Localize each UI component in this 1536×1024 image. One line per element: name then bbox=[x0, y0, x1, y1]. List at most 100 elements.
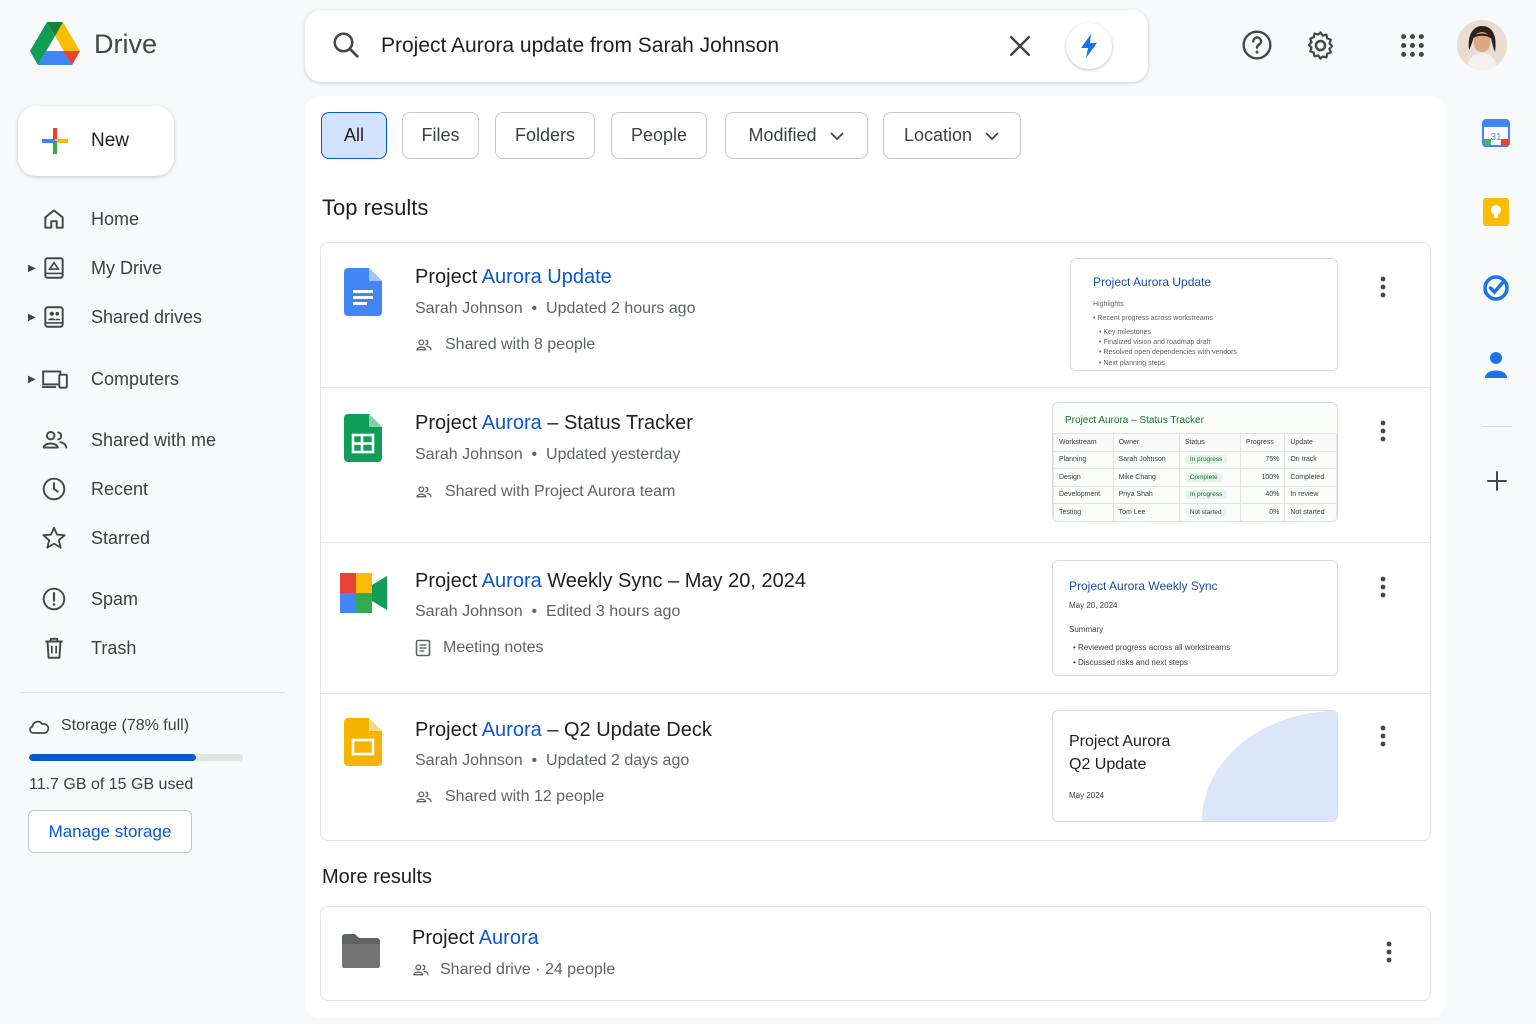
table-header: Update bbox=[1284, 433, 1337, 452]
close-icon[interactable] bbox=[1005, 31, 1035, 61]
filter-chip-folders[interactable]: Folders bbox=[495, 112, 595, 159]
gear-icon[interactable] bbox=[1304, 29, 1337, 62]
search-icon[interactable] bbox=[331, 30, 361, 60]
result-meta: Sarah Johnson • Edited 3 hours ago bbox=[415, 603, 681, 620]
bolt-button[interactable] bbox=[1066, 23, 1112, 69]
filter-chip-modified[interactable]: Modified bbox=[725, 112, 868, 159]
more-options-icon[interactable] bbox=[1386, 941, 1392, 963]
result-title[interactable]: Project Aurora Weekly Sync – May 20, 202… bbox=[415, 570, 806, 593]
result-row-slides[interactable]: Project Aurora – Q2 Update Deck Sarah Jo… bbox=[320, 694, 1431, 841]
search-bar[interactable]: Project Aurora update from Sarah Johnson bbox=[305, 10, 1148, 82]
sidebar-item-computers[interactable]: ▶ Computers bbox=[0, 359, 290, 399]
trash-icon bbox=[45, 637, 63, 659]
keep-icon[interactable] bbox=[1482, 197, 1510, 227]
people-icon bbox=[413, 964, 429, 976]
result-row-meeting[interactable]: Project Aurora Weekly Sync – May 20, 202… bbox=[320, 543, 1431, 693]
sheet-preview-thumbnail[interactable]: Project Aurora – Status Tracker Workstre… bbox=[1052, 402, 1338, 522]
more-options-icon[interactable] bbox=[1380, 576, 1386, 598]
my-drive-icon bbox=[44, 257, 64, 279]
table-cell: 75% bbox=[1239, 450, 1286, 469]
thumb-bullet: • Reviewed progress across all workstrea… bbox=[1073, 643, 1231, 652]
spam-icon bbox=[42, 587, 66, 611]
table-row: Design Mike Chang Complete 100% Completed bbox=[1053, 468, 1337, 487]
table-cell: Testing bbox=[1053, 503, 1114, 521]
sidebar-item-my-drive[interactable]: ▶ My Drive bbox=[0, 248, 290, 288]
sidebar-item-spam[interactable]: Spam bbox=[0, 579, 290, 619]
status-tracker-table: Workstream Owner Status Progress Update Plann… bbox=[1053, 433, 1337, 521]
sidebar-item-recent[interactable]: Recent bbox=[0, 469, 290, 509]
people-icon bbox=[416, 486, 432, 498]
sidebar-item-label: Starred bbox=[91, 527, 151, 548]
help-icon[interactable] bbox=[1241, 29, 1273, 61]
table-cell: Not started bbox=[1284, 503, 1337, 521]
caret-right-icon[interactable]: ▶ bbox=[28, 312, 36, 323]
add-icon[interactable] bbox=[1485, 469, 1509, 493]
contacts-icon[interactable] bbox=[1482, 350, 1510, 380]
storage-label: Storage (78% full) bbox=[61, 717, 190, 734]
slides-preview-thumbnail[interactable]: Project Aurora Q2 Update May 2024 bbox=[1052, 710, 1338, 822]
result-meta: Sarah Johnson • Updated yesterday bbox=[415, 446, 681, 463]
chip-label: Files bbox=[421, 125, 460, 145]
more-result-row-folder[interactable]: Project Aurora Shared drive · 24 people bbox=[320, 906, 1431, 1001]
home-icon bbox=[44, 209, 64, 229]
table-header: Owner bbox=[1112, 433, 1180, 452]
sidebar-item-label: Spam bbox=[91, 588, 139, 609]
result-title[interactable]: Project Aurora – Q2 Update Deck bbox=[415, 719, 712, 742]
drive-logo-icon bbox=[30, 22, 80, 65]
doc-preview-thumbnail[interactable]: Project Aurora Update Highlights • Recen… bbox=[1070, 258, 1338, 371]
filter-chip-people[interactable]: People bbox=[611, 112, 707, 159]
more-options-icon[interactable] bbox=[1380, 420, 1386, 442]
google-docs-icon bbox=[344, 268, 382, 316]
sidebar-item-home[interactable]: Home bbox=[0, 199, 290, 239]
result-title[interactable]: Project Aurora bbox=[412, 927, 539, 950]
drive-logo[interactable]: Drive bbox=[30, 22, 157, 66]
storage-progress-fill bbox=[29, 754, 196, 761]
slide-decoration bbox=[1202, 711, 1337, 821]
result-row-doc[interactable]: Project Aurora Update Sarah Johnson • Up… bbox=[320, 242, 1431, 387]
filter-chip-location[interactable]: Location bbox=[883, 112, 1021, 159]
storage-used-text: 11.7 GB of 15 GB used bbox=[29, 776, 194, 793]
search-input[interactable]: Project Aurora update from Sarah Johnson bbox=[381, 34, 779, 58]
more-results-heading: More results bbox=[322, 866, 433, 888]
storage-progress-bar bbox=[29, 754, 243, 761]
table-cell: Development bbox=[1053, 485, 1114, 504]
sidebar-item-trash[interactable]: Trash bbox=[0, 628, 290, 668]
more-options-icon[interactable] bbox=[1380, 276, 1386, 298]
filter-chip-files[interactable]: Files bbox=[402, 112, 479, 159]
table-header: Status bbox=[1178, 433, 1241, 452]
more-options-icon[interactable] bbox=[1380, 725, 1386, 747]
filter-chip-all[interactable]: All bbox=[321, 112, 387, 159]
sidebar-item-starred[interactable]: Starred bbox=[0, 518, 290, 558]
table-cell: Complete bbox=[1178, 468, 1241, 487]
table-cell: Tom Lee bbox=[1112, 503, 1180, 521]
table-cell: In progress bbox=[1178, 485, 1241, 504]
new-button[interactable]: New bbox=[18, 106, 174, 176]
plus-icon bbox=[42, 128, 68, 154]
thumb-subtitle: Q2 Update bbox=[1069, 756, 1147, 773]
result-meta: Sarah Johnson • Updated 2 days ago bbox=[415, 752, 690, 769]
meeting-notes-thumbnail[interactable]: Project Aurora Weekly Sync May 20, 2024 … bbox=[1052, 560, 1338, 676]
result-row-sheet[interactable]: Project Aurora – Status Tracker Sarah Jo… bbox=[320, 388, 1431, 542]
manage-storage-button[interactable]: Manage storage bbox=[28, 810, 192, 853]
table-row: Development Priya Shah In progress 40% In re… bbox=[1053, 485, 1337, 504]
result-sharing: Shared drive · 24 people bbox=[412, 961, 615, 979]
result-title[interactable]: Project Aurora – Status Tracker bbox=[415, 412, 693, 435]
table-cell: 0% bbox=[1239, 503, 1286, 521]
sidebar-item-shared-drives[interactable]: ▶ Shared drives bbox=[0, 297, 290, 337]
sidebar-item-label: Trash bbox=[91, 637, 137, 658]
avatar[interactable] bbox=[1457, 20, 1507, 70]
apps-grid-icon[interactable] bbox=[1400, 33, 1425, 58]
chevron-down-icon bbox=[985, 131, 999, 140]
thumb-bullet: • Discussed risks and next steps bbox=[1073, 658, 1188, 667]
caret-right-icon[interactable]: ▶ bbox=[28, 263, 36, 274]
google-meet-icon bbox=[340, 573, 387, 613]
tasks-icon[interactable] bbox=[1482, 274, 1510, 302]
table-cell: Design bbox=[1053, 468, 1114, 487]
people-icon bbox=[416, 791, 432, 803]
sidebar-item-shared-with-me[interactable]: Shared with me bbox=[0, 420, 290, 460]
table-cell: Planning bbox=[1053, 450, 1114, 469]
thumb-date: May 2024 bbox=[1069, 791, 1105, 800]
result-title[interactable]: Project Aurora Update bbox=[415, 266, 612, 289]
caret-right-icon[interactable]: ▶ bbox=[28, 374, 36, 385]
calendar-icon[interactable]: 31 bbox=[1482, 117, 1510, 147]
